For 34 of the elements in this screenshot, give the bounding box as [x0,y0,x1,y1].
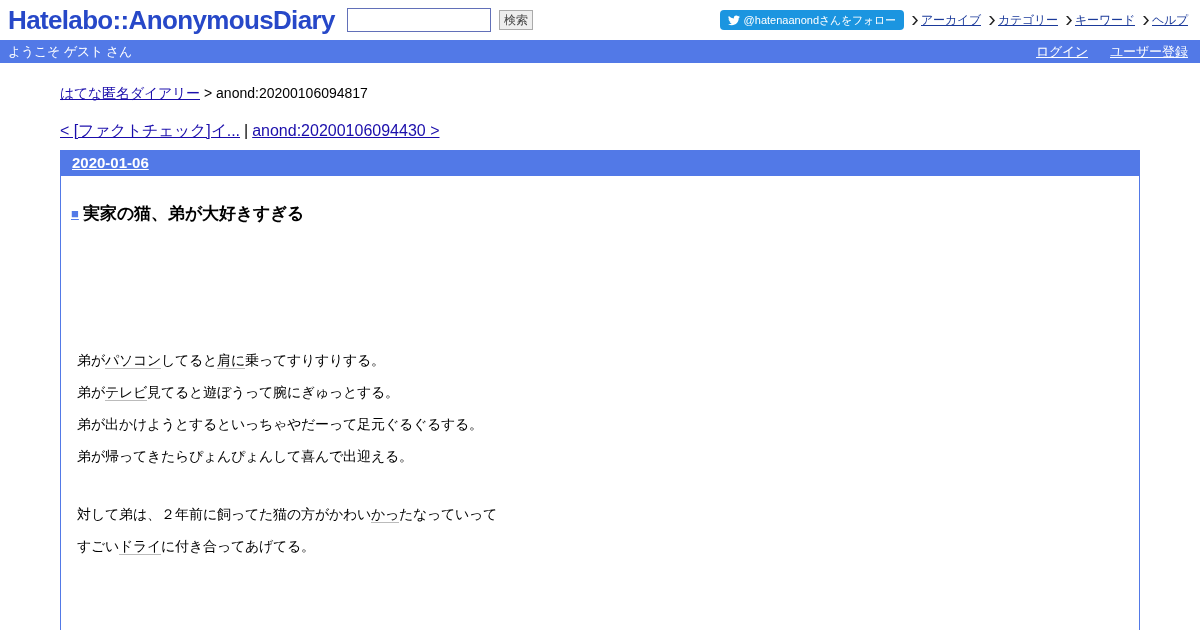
greeting-text: ようこそ ゲスト さん [8,42,133,61]
prev-link[interactable]: < [ファクトチェック]イ... [60,119,240,143]
chevron-icon [1143,15,1149,25]
keyword-link[interactable]: パソコン [105,351,161,369]
search-field[interactable] [346,8,491,32]
body-text: すごい ドライ に付き合ってあげてる。 [77,536,316,557]
keyword-link[interactable]: テレビ [105,383,147,401]
body-text: 弟がテレビ見てると遊ぼうって腕にぎゅっとする。 [77,382,400,403]
date-link[interactable]: 2020-01-06 [72,152,149,175]
keyword-link[interactable]: かっ [371,505,399,523]
keyword-link[interactable]: 肩に [217,351,245,369]
chevron-icon [1066,15,1072,25]
body-text: 弟が出かけようとするといっちゃやだーって足元ぐるぐるする。 [77,414,484,434]
next-link[interactable]: anond:20200106094430 > [252,119,440,143]
chevron-icon [989,15,995,25]
title-mark-link[interactable]: ■ [71,204,79,224]
search-button[interactable]: 検索 [498,10,533,30]
pager-separator: | [244,121,249,141]
body-text: 弟が帰ってきたらぴょんぴょんして喜んで出迎える。 [77,446,414,466]
body-text: 弟がパソコン してると肩に乗ってすりすりする。 [77,350,386,371]
entry-title: 実家の猫、弟が大好きすぎる [82,203,304,225]
chevron-icon [912,15,918,25]
bird-icon [727,14,740,26]
nav-link[interactable]: キーワード [1075,11,1135,29]
nav-link[interactable]: アーカイブ [921,11,981,29]
breadcrumb-current: > anond:20200106094817 [204,84,368,103]
nav-link[interactable]: カテゴリー [998,11,1058,29]
body-text: 対して弟は、２年前に飼ってた猫の方がかわいかっ たなっていって [77,504,498,525]
account-link[interactable]: ユーザー登録 [1110,41,1188,62]
breadcrumb-link[interactable]: はてな匿名ダイアリー [60,83,200,104]
nav-link[interactable]: ヘルプ [1152,11,1188,29]
account-link[interactable]: ログイン [1036,41,1088,62]
site-logo[interactable]: Hatelabo::AnonymousDiary [8,7,335,33]
keyword-link[interactable]: ドライ [119,537,161,555]
